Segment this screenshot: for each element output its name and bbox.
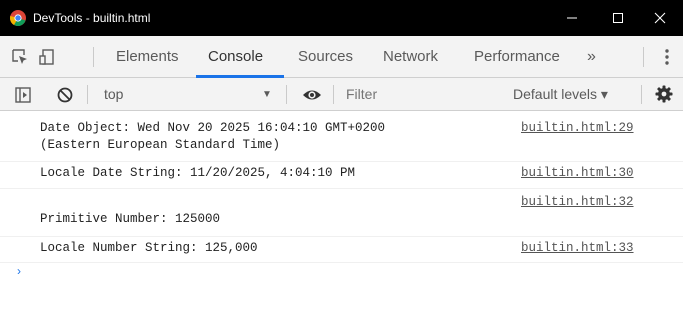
device-toolbar-icon[interactable] — [37, 47, 57, 67]
maximize-icon — [613, 13, 623, 23]
toolbar-separator — [286, 85, 287, 104]
inspect-element-icon[interactable] — [10, 47, 30, 67]
sidebar-toggle-icon[interactable] — [13, 85, 33, 105]
console-message-text: Locale Date String: 11/20/2025, 4:04:10 … — [40, 166, 356, 180]
console-message-source-link[interactable]: builtin.html:30 — [521, 165, 634, 182]
console-message-text: Date Object: Wed Nov 20 2025 16:04:10 GM… — [40, 121, 386, 152]
console-message-source-link[interactable]: builtin.html:33 — [521, 240, 634, 257]
console-message: Locale Number String: 125,000 builtin.ht… — [0, 237, 683, 263]
context-selector[interactable]: top — [104, 78, 123, 111]
window-titlebar: DevTools - builtin.html — [0, 0, 683, 36]
console-message-text: Primitive Number: 125000 — [40, 212, 221, 226]
kebab-menu-icon[interactable] — [660, 47, 674, 67]
console-message: Date Object: Wed Nov 20 2025 16:04:10 GM… — [0, 112, 683, 162]
close-icon — [654, 12, 666, 24]
console-toolbar: top ▼ Default levels ▾ — [0, 78, 683, 111]
console-message: Locale Date String: 11/20/2025, 4:04:10 … — [0, 162, 683, 189]
more-tabs-icon[interactable]: » — [587, 36, 596, 78]
console-message-source-link[interactable]: builtin.html:29 — [521, 120, 634, 137]
tab-console[interactable]: Console — [208, 36, 263, 78]
maximize-button[interactable] — [595, 0, 641, 36]
minimize-button[interactable] — [549, 0, 595, 36]
console-message-text: Locale Number String: 125,000 — [40, 241, 258, 255]
console-message: Primitive Number: 125000 builtin.html:32 — [0, 189, 683, 237]
minimize-icon — [567, 17, 577, 19]
settings-gear-icon[interactable] — [654, 84, 674, 104]
clear-console-icon[interactable] — [55, 85, 75, 105]
window-title: DevTools - builtin.html — [33, 11, 151, 25]
toolbar-separator — [641, 85, 642, 104]
console-output: Date Object: Wed Nov 20 2025 16:04:10 GM… — [0, 112, 683, 310]
filter-input[interactable] — [338, 83, 490, 105]
tab-elements[interactable]: Elements — [116, 36, 179, 78]
tab-sources[interactable]: Sources — [298, 36, 353, 78]
tab-performance[interactable]: Performance — [474, 36, 560, 78]
tab-network[interactable]: Network — [383, 36, 438, 78]
log-levels-dropdown[interactable]: Default levels ▾ — [513, 78, 608, 111]
toolbar-separator — [87, 85, 88, 104]
tabbar-separator — [643, 47, 644, 67]
close-button[interactable] — [637, 0, 683, 36]
eye-icon[interactable] — [302, 85, 322, 105]
console-prompt-icon[interactable]: › — [17, 264, 21, 278]
context-dropdown-icon[interactable]: ▼ — [262, 78, 272, 111]
devtools-tabbar: Elements Console Sources Network Perform… — [0, 36, 683, 78]
console-message-source-link[interactable]: builtin.html:32 — [521, 194, 634, 211]
tabbar-separator — [93, 47, 94, 67]
chrome-icon — [10, 10, 26, 27]
toolbar-separator — [333, 85, 334, 104]
